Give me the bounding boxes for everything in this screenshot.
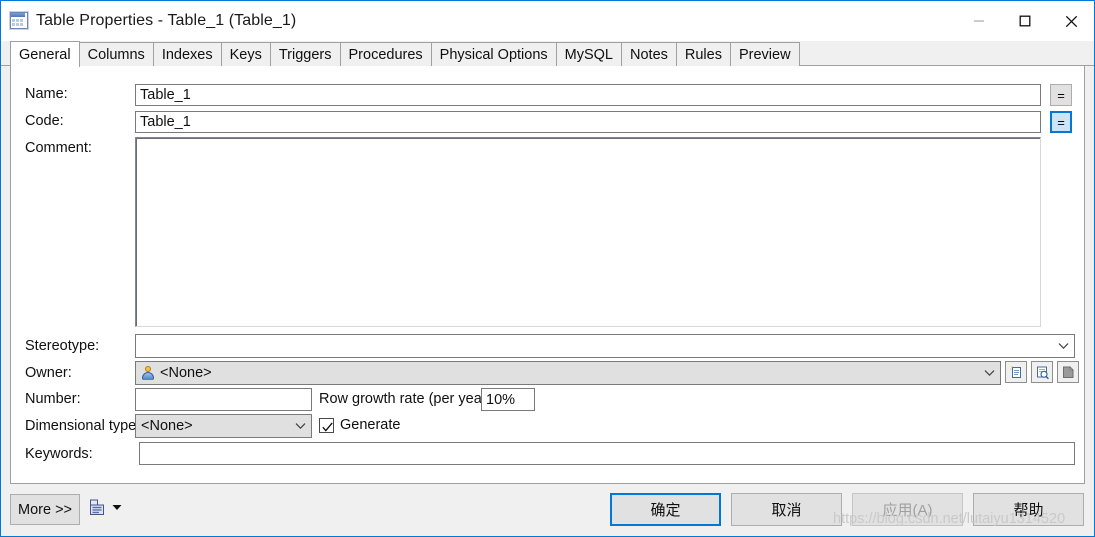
comment-row: Comment:	[25, 140, 92, 156]
tab-strip: General Columns Indexes Keys Triggers Pr…	[1, 41, 1094, 67]
keywords-label: Keywords:	[25, 446, 93, 462]
check-icon	[322, 420, 333, 438]
tab-label: Columns	[87, 46, 145, 63]
owner-properties-button[interactable]	[1031, 361, 1053, 383]
dimensional-type-value: <None>	[141, 418, 193, 434]
dimensional-type-row: Dimensional type:	[25, 418, 140, 434]
chevron-down-icon[interactable]	[1052, 335, 1074, 357]
help-button[interactable]: 帮助	[973, 493, 1084, 526]
report-toolbar[interactable]	[89, 498, 122, 516]
properties-icon	[1036, 366, 1049, 379]
name-equals-button[interactable]: =	[1050, 84, 1072, 106]
comment-label: Comment:	[25, 140, 92, 156]
stereotype-row: Stereotype:	[25, 338, 99, 354]
tab-procedures[interactable]: Procedures	[339, 42, 432, 66]
row-growth-rate-label: Row growth rate (per year):	[319, 391, 496, 407]
tab-label: Notes	[630, 46, 668, 63]
tab-label: Preview	[738, 46, 791, 63]
tab-label: Procedures	[348, 46, 423, 63]
delete-icon	[1062, 365, 1074, 378]
code-row: Code:	[25, 113, 64, 129]
tab-label: Physical Options	[439, 46, 548, 63]
chevron-down-icon[interactable]	[978, 362, 1000, 384]
tab-triggers[interactable]: Triggers	[269, 42, 341, 66]
tab-label: Indexes	[161, 46, 213, 63]
table-properties-dialog: Table Properties - Table_1 (Table_1) Gen…	[0, 0, 1095, 537]
window-controls	[956, 1, 1094, 41]
minimize-icon[interactable]	[956, 1, 1002, 41]
tab-physical-options[interactable]: Physical Options	[430, 42, 557, 66]
generate-checkbox[interactable]	[319, 417, 334, 433]
equals-icon: =	[1057, 114, 1065, 130]
number-row: Number:	[25, 391, 81, 407]
owner-create-button[interactable]	[1005, 361, 1027, 383]
tab-label: MySQL	[564, 46, 613, 63]
code-label: Code:	[25, 113, 64, 129]
close-icon[interactable]	[1048, 1, 1094, 41]
dimensional-type-combobox[interactable]: <None>	[135, 414, 312, 438]
cancel-button-label: 取消	[771, 502, 802, 519]
maximize-icon[interactable]	[1002, 1, 1048, 41]
apply-button-label: 应用(A)	[882, 502, 933, 519]
owner-label: Owner:	[25, 365, 72, 381]
code-equals-button[interactable]: =	[1050, 111, 1072, 133]
tab-label: Keys	[229, 46, 262, 63]
ok-button[interactable]: 确定	[610, 493, 721, 526]
keywords-input[interactable]	[139, 442, 1075, 465]
tab-notes[interactable]: Notes	[621, 42, 677, 66]
row-growth-rate-input[interactable]	[481, 388, 535, 411]
chevron-down-icon[interactable]	[112, 498, 122, 516]
keywords-row: Keywords:	[25, 446, 93, 462]
name-input[interactable]	[135, 84, 1041, 106]
tab-general[interactable]: General	[10, 41, 80, 67]
owner-combobox[interactable]: <None>	[135, 361, 1001, 385]
cancel-button[interactable]: 取消	[731, 493, 842, 526]
tab-label: Triggers	[278, 46, 332, 63]
tab-indexes[interactable]: Indexes	[152, 42, 222, 66]
owner-value-wrap: <None>	[136, 365, 212, 381]
tab-mysql[interactable]: MySQL	[555, 42, 622, 66]
tab-rules[interactable]: Rules	[675, 42, 731, 66]
chevron-down-icon[interactable]	[289, 415, 311, 437]
tab-keys[interactable]: Keys	[220, 42, 271, 66]
number-input[interactable]	[135, 388, 312, 411]
more-button-label: More >>	[18, 501, 72, 518]
title-bar: Table Properties - Table_1 (Table_1)	[1, 1, 1094, 41]
generate-label: Generate	[340, 417, 401, 433]
stereotype-combobox[interactable]	[135, 334, 1075, 358]
code-input[interactable]	[135, 111, 1041, 133]
ok-button-label: 确定	[650, 502, 681, 519]
create-icon	[1009, 365, 1021, 378]
tab-columns[interactable]: Columns	[78, 42, 154, 66]
tab-label: General	[19, 46, 71, 63]
dimensional-type-label: Dimensional type:	[25, 418, 141, 434]
help-button-label: 帮助	[1013, 502, 1044, 519]
table-icon	[10, 12, 28, 30]
generate-checkbox-row[interactable]: Generate	[319, 417, 400, 433]
comment-textarea[interactable]	[136, 138, 1040, 326]
owner-value: <None>	[160, 365, 212, 381]
window-title: Table Properties - Table_1 (Table_1)	[36, 12, 297, 29]
equals-icon: =	[1057, 87, 1065, 103]
owner-delete-button[interactable]	[1057, 361, 1079, 383]
tab-label: Rules	[684, 46, 722, 63]
apply-button: 应用(A)	[852, 493, 963, 526]
more-button[interactable]: More >>	[10, 494, 80, 525]
owner-row: Owner:	[25, 365, 72, 381]
name-label: Name:	[25, 86, 68, 102]
general-tab-panel: Name: = Code: = Comment: Stereotype:	[10, 66, 1085, 484]
comment-box	[135, 137, 1041, 327]
stereotype-label: Stereotype:	[25, 338, 100, 354]
number-label: Number:	[25, 391, 81, 407]
user-icon	[141, 366, 155, 380]
name-row: Name:	[25, 86, 68, 102]
report-icon[interactable]	[89, 499, 106, 516]
tab-preview[interactable]: Preview	[729, 42, 800, 66]
